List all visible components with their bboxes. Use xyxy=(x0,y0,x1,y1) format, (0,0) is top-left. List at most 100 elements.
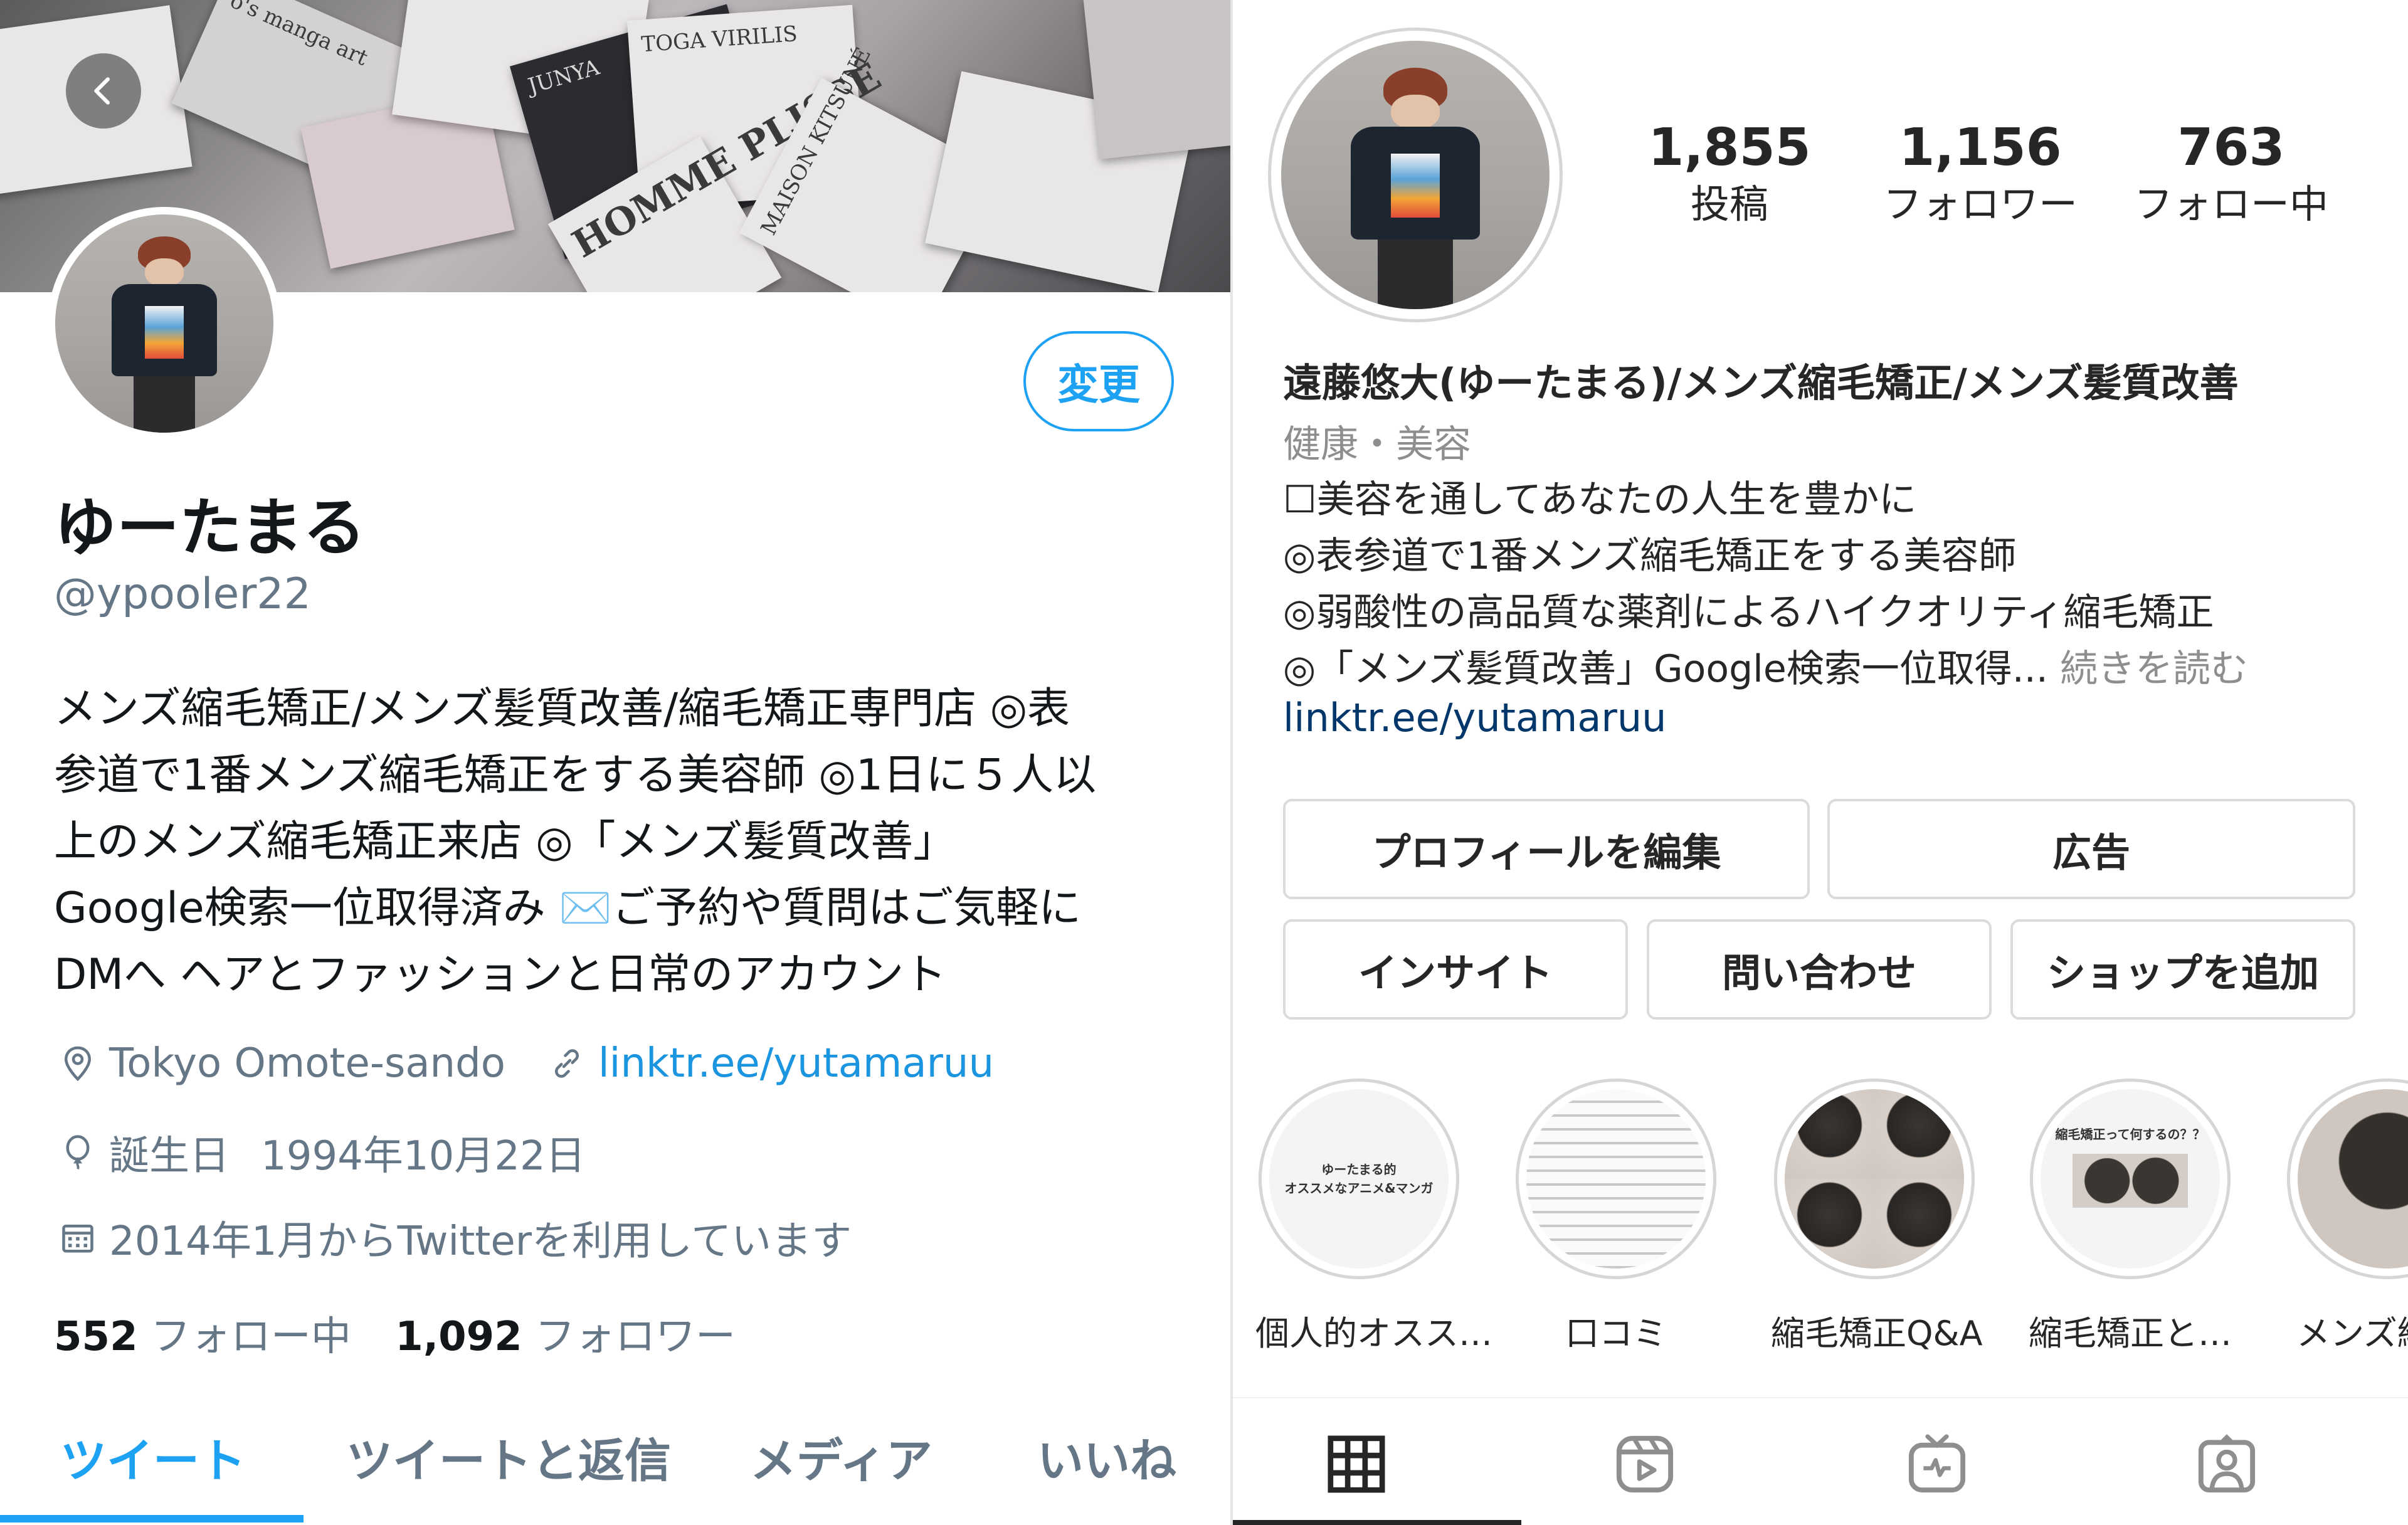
bio-line: Google検索一位取得済み ✉️ご予約や質問はご気軽に xyxy=(54,884,1082,933)
highlight-cover xyxy=(1526,1089,1706,1269)
active-tab-indicator xyxy=(1233,1520,1521,1525)
add-shop-button[interactable]: ショップを追加 xyxy=(2010,919,2355,1020)
banner-paper-text: o's manga art xyxy=(226,0,372,71)
highlight-cover xyxy=(2298,1089,2408,1269)
followers-label: フォロワー xyxy=(535,1314,736,1360)
story-highlight[interactable]: 縮毛矯正って何するの？？ 縮毛矯正と… xyxy=(2027,1079,2234,1355)
bio-line: ☐美容を通してあなたの人生を豊かに xyxy=(1283,478,1917,522)
bio-line: DMへ ヘアとファッションと日常のアカウント xyxy=(54,950,947,1000)
bio-line: メンズ縮毛矯正/メンズ髪質改善/縮毛矯正専門店 ◎表 xyxy=(54,684,1070,734)
following-link[interactable]: 552 フォロー中 xyxy=(54,1314,364,1360)
edit-profile-button[interactable]: 変更 xyxy=(1023,331,1174,431)
bio-line-truncated: ◎「メンズ髪質改善」Google検索一位取得... 続きを読む xyxy=(1283,641,2248,697)
link-icon xyxy=(543,1040,591,1087)
banner-paper-text: TOGA VIRILIS xyxy=(640,21,798,58)
stat-posts[interactable]: 1,855 投稿 xyxy=(1617,117,1842,230)
followers-count: 1,156 xyxy=(1899,118,2062,177)
highlight-label: 縮毛矯正と… xyxy=(2029,1314,2232,1353)
stat-followers[interactable]: 1,156 フォロワー xyxy=(1867,117,2093,230)
tab-media[interactable]: メディア xyxy=(750,1423,932,1491)
read-more-link[interactable]: 続きを読む xyxy=(2060,647,2248,691)
bio-line: 上のメンズ縮毛矯正来店 ◎「メンズ髪質改善」 xyxy=(54,817,956,867)
bio-line: ◎「メンズ髪質改善」Google検索一位取得... xyxy=(1283,647,2048,691)
profile-tabs xyxy=(1233,1397,2408,1525)
banner-paper-text: JUNYA xyxy=(525,55,603,99)
avatar-photo xyxy=(55,214,273,433)
story-highlight[interactable]: ゆーたまる的 オススメなアニメ&マンガ 個人的オスス… xyxy=(1255,1079,1492,1355)
tab-tweets[interactable]: ツイート xyxy=(60,1423,246,1491)
profile-meta-joined: 2014年1月からTwitterを利用しています xyxy=(54,1209,852,1267)
igtv-icon xyxy=(1908,1434,1966,1493)
display-name: 遠藤悠大(ゆーたまる)/メンズ縮毛矯正/メンズ髪質改善 xyxy=(1283,360,2239,406)
following-count: 763 xyxy=(2177,118,2285,177)
highlight-ring: 縮毛矯正って何するの？？ xyxy=(2030,1079,2231,1279)
tab-tagged[interactable] xyxy=(2186,1423,2268,1505)
back-button[interactable] xyxy=(66,53,141,129)
story-highlight[interactable]: 口コミ xyxy=(1513,1079,1719,1355)
location-text: Tokyo Omote-sando xyxy=(109,1040,505,1087)
bio: メンズ縮毛矯正/メンズ髪質改善/縮毛矯正専門店 ◎表 参道で1番メンズ縮毛矯正を… xyxy=(54,676,1201,1008)
highlight-ring xyxy=(1774,1079,1975,1279)
edit-profile-button[interactable]: プロフィールを編集 xyxy=(1283,799,1810,899)
ads-button[interactable]: 広告 xyxy=(1827,799,2355,899)
stat-following[interactable]: 763 フォロー中 xyxy=(2118,117,2344,230)
tab-grid[interactable] xyxy=(1316,1423,1397,1505)
highlight-label: メンズ縮 xyxy=(2296,1314,2408,1353)
tab-igtv[interactable] xyxy=(1896,1423,1978,1505)
highlight-cover-text: オススメなアニメ&マンガ xyxy=(1284,1181,1434,1196)
following-count: 552 xyxy=(54,1314,138,1360)
birthday-value: 1994年10月22日 xyxy=(261,1133,586,1179)
display-name: ゆーたまる xyxy=(54,491,366,564)
balloon-icon xyxy=(54,1129,102,1176)
profile-tabs: ツイート ツイートと返信 メディア いいね xyxy=(0,1386,1230,1525)
avatar[interactable] xyxy=(48,207,281,440)
highlight-label: 個人的オスス… xyxy=(1255,1314,1492,1353)
contact-button[interactable]: 問い合わせ xyxy=(1647,919,1992,1020)
insights-button[interactable]: インサイト xyxy=(1283,919,1628,1020)
user-handle: @ypooler22 xyxy=(54,569,311,619)
location-pin-icon xyxy=(54,1040,102,1087)
profile-meta-location: Tokyo Omote-sando linktr.ee/yutamaruu xyxy=(54,1040,994,1087)
tagged-user-icon xyxy=(2198,1434,2256,1493)
active-tab-indicator xyxy=(0,1515,304,1522)
followers-count: 1,092 xyxy=(395,1314,522,1360)
category-label: 健康・美容 xyxy=(1283,423,1471,467)
tab-reels[interactable] xyxy=(1604,1423,1686,1505)
bio-line: 参道で1番メンズ縮毛矯正をする美容師 ◎1日に５人以 xyxy=(54,751,1097,800)
highlight-ring xyxy=(2287,1079,2408,1279)
calendar-icon xyxy=(54,1214,102,1262)
posts-count: 1,855 xyxy=(1648,118,1811,177)
posts-label: 投稿 xyxy=(1690,181,1768,227)
grid-icon xyxy=(1328,1435,1385,1493)
following-label: フォロー中 xyxy=(2133,181,2328,227)
avatar[interactable] xyxy=(1268,28,1563,322)
highlight-cover-text: 縮毛矯正って何するの？？ xyxy=(2055,1127,2205,1142)
twitter-profile-panel: o's manga art JUNYA TOGA VIRILIS HOMME P… xyxy=(0,0,1230,1525)
profile-link[interactable]: linktr.ee/yutamaruu xyxy=(1283,695,1666,741)
instagram-profile-panel: 1,855 投稿 1,156 フォロワー 763 フォロー中 遠藤悠大(ゆーたま… xyxy=(1233,0,2408,1525)
highlight-cover-text: ゆーたまる的 xyxy=(1321,1162,1397,1177)
story-highlight[interactable]: メンズ縮 xyxy=(2284,1079,2408,1355)
bio-line: ◎表参道で1番メンズ縮毛矯正をする美容師 xyxy=(1283,534,2017,578)
banner-paper xyxy=(1083,0,1230,159)
highlight-label: 口コミ xyxy=(1565,1314,1667,1353)
following-label: フォロー中 xyxy=(150,1314,351,1360)
bio: ☐美容を通してあなたの人生を豊かに ◎表参道で1番メンズ縮毛矯正をする美容師 ◎… xyxy=(1283,472,2248,697)
follow-counts: 552 フォロー中 1,092 フォロワー xyxy=(54,1304,736,1362)
chevron-left-icon xyxy=(94,77,110,105)
story-highlight[interactable]: 縮毛矯正Q&A xyxy=(1771,1079,1983,1355)
followers-label: フォロワー xyxy=(1883,181,2078,227)
joined-text: 2014年1月からTwitterを利用しています xyxy=(109,1218,852,1265)
birthday-label: 誕生日 xyxy=(109,1133,230,1179)
highlight-ring: ゆーたまる的 オススメなアニメ&マンガ xyxy=(1259,1079,1459,1279)
bio-line: ◎弱酸性の高品質な薬剤によるハイクオリティ縮毛矯正 xyxy=(1283,591,2214,635)
profile-link[interactable]: linktr.ee/yutamaruu xyxy=(598,1040,994,1087)
highlight-ring xyxy=(1516,1079,1716,1279)
highlight-label: 縮毛矯正Q&A xyxy=(1771,1314,1983,1353)
tab-tweets-and-replies[interactable]: ツイートと返信 xyxy=(346,1423,671,1491)
tab-likes[interactable]: いいね xyxy=(1037,1423,1176,1491)
followers-link[interactable]: 1,092 フォロワー xyxy=(395,1314,736,1360)
reels-icon xyxy=(1616,1435,1674,1493)
highlight-cover xyxy=(1785,1089,1964,1269)
profile-meta-birthday: 誕生日 1994年10月22日 xyxy=(54,1124,586,1181)
